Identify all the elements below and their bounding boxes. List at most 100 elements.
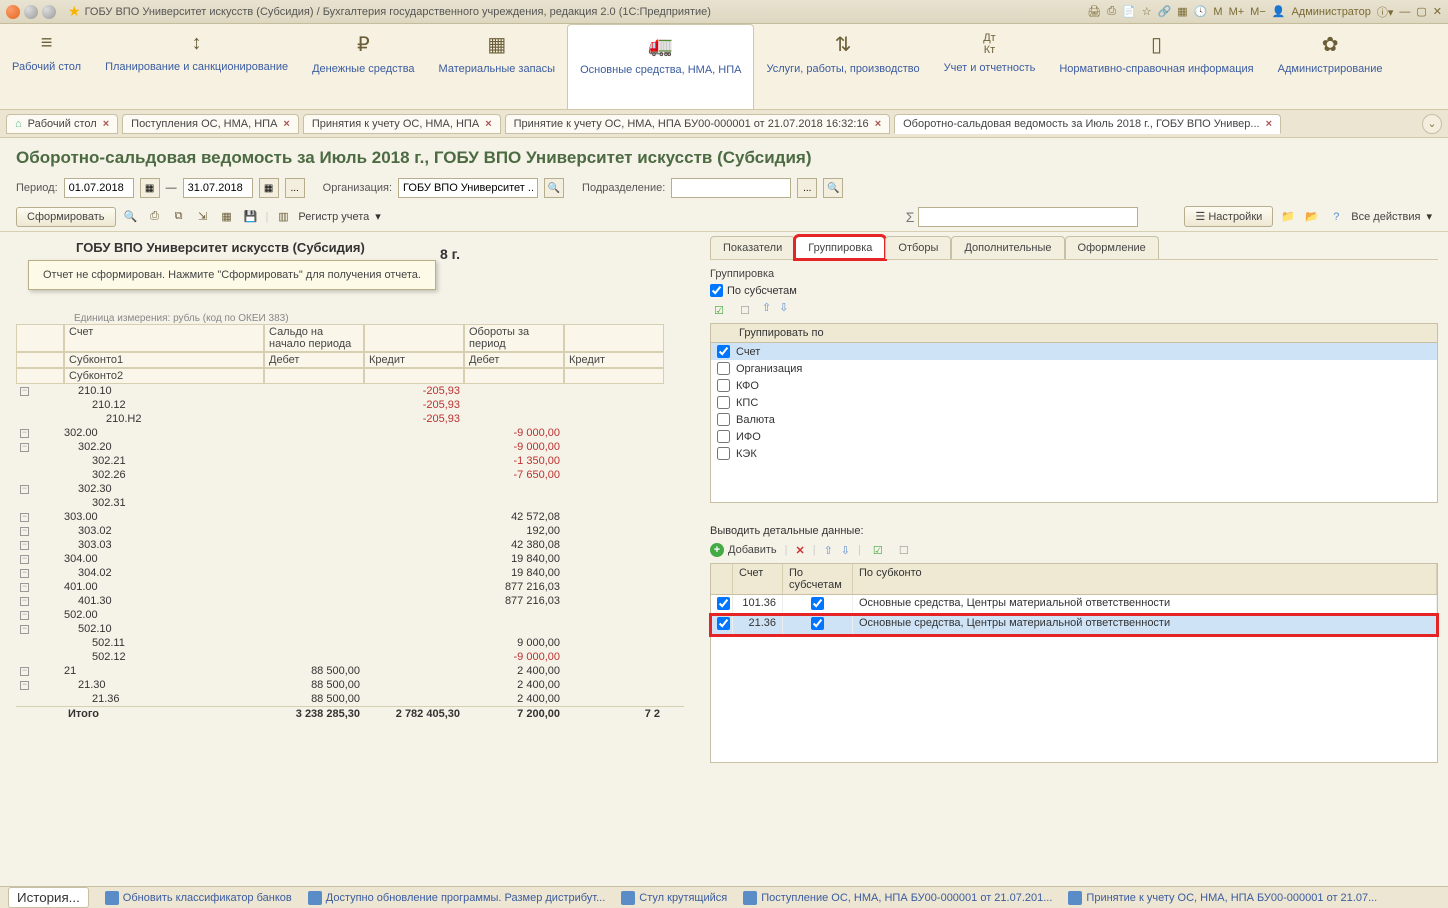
save-settings-icon[interactable]: 📁 — [1279, 208, 1297, 226]
list-item[interactable]: КЭК — [711, 445, 1437, 462]
mminus-btn[interactable]: M− — [1250, 6, 1266, 18]
checkbox[interactable] — [717, 396, 730, 409]
list-item[interactable]: Организация — [711, 360, 1437, 377]
chevron-down-icon[interactable]: ⌄ — [1422, 114, 1442, 134]
tab-formatting[interactable]: Оформление — [1065, 236, 1159, 259]
help-icon[interactable]: ? — [1327, 208, 1345, 226]
table-row[interactable]: 302.21-1 350,00 — [16, 454, 684, 468]
load-settings-icon[interactable]: 📂 — [1303, 208, 1321, 226]
table-row[interactable]: 502.119 000,00 — [16, 636, 684, 650]
move-up-icon[interactable]: ⇧ — [762, 301, 771, 319]
close-icon[interactable]: × — [1266, 118, 1272, 130]
table-row[interactable]: 502.00 — [16, 608, 684, 622]
tab-filters[interactable]: Отборы — [885, 236, 951, 259]
close-window-btn[interactable] — [6, 5, 20, 19]
table-row[interactable]: 304.0219 840,00 — [16, 566, 684, 580]
table-row[interactable]: 210.12-205,93 — [16, 398, 684, 412]
table-row[interactable]: 303.0042 572,08 — [16, 510, 684, 524]
table-row[interactable]: 401.00877 216,03 — [16, 580, 684, 594]
move-down-icon[interactable]: ⇩ — [841, 544, 850, 557]
sheet-icon[interactable]: ▦ — [218, 208, 236, 226]
table-row[interactable]: 21.3088 500,002 400,00 — [16, 678, 684, 692]
close-icon[interactable]: × — [283, 118, 289, 130]
min-icon[interactable]: — — [1399, 6, 1410, 18]
calc-icon[interactable]: ▦ — [1177, 5, 1187, 18]
link-icon[interactable]: 🔗 — [1158, 5, 1172, 18]
calendar-to-icon[interactable]: ▦ — [259, 178, 279, 198]
tab-indicators[interactable]: Показатели — [710, 236, 795, 259]
table-row[interactable]: 210.Н2-205,93 — [16, 412, 684, 426]
dropdown-icon[interactable]: ▾ — [375, 210, 381, 223]
date-to-input[interactable] — [183, 178, 253, 198]
close-icon[interactable]: ✕ — [1433, 5, 1442, 18]
status-item[interactable]: Принятие к учету ОС, НМА, НПА БУ00-00000… — [1068, 891, 1377, 905]
ribbon-fixed-assets[interactable]: 🚛Основные средства, НМА, НПА — [567, 24, 754, 109]
table-row[interactable]: 210.10-205,93 — [16, 384, 684, 398]
checkbox[interactable] — [717, 617, 730, 630]
dropdown-icon[interactable]: ▾ — [1426, 210, 1432, 223]
date-from-input[interactable] — [64, 178, 134, 198]
table-row[interactable]: 302.30 — [16, 482, 684, 496]
org-input[interactable] — [398, 178, 538, 198]
status-item[interactable]: Стул крутящийся — [621, 891, 727, 905]
history-button[interactable]: История... — [8, 887, 89, 908]
table-row[interactable]: 304.0019 840,00 — [16, 552, 684, 566]
close-icon[interactable]: × — [875, 118, 881, 130]
uncheck-all-icon[interactable]: ☐ — [736, 301, 754, 319]
ribbon-reference[interactable]: ▯Нормативно-справочная информация — [1047, 24, 1265, 109]
table-row[interactable]: 2188 500,002 400,00 — [16, 664, 684, 678]
table-row[interactable]: 502.12-9 000,00 — [16, 650, 684, 664]
table-row[interactable]: 101.36Основные средства, Центры материал… — [711, 595, 1437, 615]
check-all-icon[interactable]: ☑ — [869, 541, 887, 559]
ribbon-services[interactable]: ⇅Услуги, работы, производство — [754, 24, 931, 109]
table-row[interactable]: 401.30877 216,03 — [16, 594, 684, 608]
print2-icon[interactable]: ⎙ — [1107, 5, 1116, 18]
ribbon-desktop[interactable]: ≡Рабочий стол — [0, 24, 93, 109]
list-item[interactable]: ИФО — [711, 428, 1437, 445]
tab-acceptance-doc[interactable]: Принятие к учету ОС, НМА, НПА БУ00-00000… — [505, 114, 891, 134]
fav-icon[interactable]: ☆ — [1142, 5, 1152, 18]
min-window-btn[interactable] — [24, 5, 38, 19]
settings-button[interactable]: ☰ Настройки — [1184, 206, 1273, 227]
dept-lookup-icon[interactable]: 🔍 — [823, 178, 843, 198]
org-lookup-icon[interactable]: 🔍 — [544, 178, 564, 198]
delete-icon[interactable]: ✕ — [795, 544, 804, 557]
move-up-icon[interactable]: ⇧ — [824, 544, 833, 557]
ribbon-planning[interactable]: ↕Планирование и санкционирование — [93, 24, 300, 109]
ribbon-materials[interactable]: ▦Материальные запасы — [427, 24, 568, 109]
status-item[interactable]: Обновить классификатор банков — [105, 891, 292, 905]
close-icon[interactable]: × — [485, 118, 491, 130]
checkbox[interactable] — [717, 430, 730, 443]
by-sub-checkbox[interactable] — [710, 284, 723, 297]
tab-receipts[interactable]: Поступления ОС, НМА, НПА× — [122, 114, 299, 134]
tab-acceptances[interactable]: Принятия к учету ОС, НМА, НПА× — [303, 114, 501, 134]
table-row[interactable]: 302.31 — [16, 496, 684, 510]
table-row[interactable]: 21.36Основные средства, Центры материаль… — [711, 615, 1437, 635]
table-row[interactable]: 302.20-9 000,00 — [16, 440, 684, 454]
checkbox[interactable] — [717, 413, 730, 426]
doc-icon[interactable]: 📄 — [1122, 5, 1136, 18]
list-item[interactable]: КФО — [711, 377, 1437, 394]
calendar-from-icon[interactable]: ▦ — [140, 178, 160, 198]
checkbox[interactable] — [717, 379, 730, 392]
list-item[interactable]: КПС — [711, 394, 1437, 411]
uncheck-all-icon[interactable]: ☐ — [895, 541, 913, 559]
add-button[interactable]: +Добавить — [710, 543, 777, 557]
table-row[interactable]: 21.3688 500,002 400,00 — [16, 692, 684, 706]
ribbon-accounting[interactable]: ДтКтУчет и отчетность — [932, 24, 1048, 109]
star-icon[interactable]: ★ — [68, 3, 81, 20]
list-item[interactable]: Счет — [711, 343, 1437, 360]
table-row[interactable]: 303.0342 380,08 — [16, 538, 684, 552]
register-button[interactable]: Регистр учета — [298, 211, 369, 223]
zoom-icon[interactable]: 🔍 — [122, 208, 140, 226]
table-row[interactable]: 303.02192,00 — [16, 524, 684, 538]
clock-icon[interactable]: 🕓 — [1194, 5, 1208, 18]
checkbox[interactable] — [717, 447, 730, 460]
checkbox[interactable] — [811, 597, 824, 610]
copy-icon[interactable]: ⧉ — [170, 208, 188, 226]
print-icon[interactable]: 🖨 — [1087, 5, 1101, 18]
tab-grouping[interactable]: Группировка — [795, 236, 885, 259]
dept-picker-button[interactable]: ... — [797, 178, 817, 198]
move-down-icon[interactable]: ⇩ — [779, 301, 788, 319]
tab-additional[interactable]: Дополнительные — [951, 236, 1064, 259]
